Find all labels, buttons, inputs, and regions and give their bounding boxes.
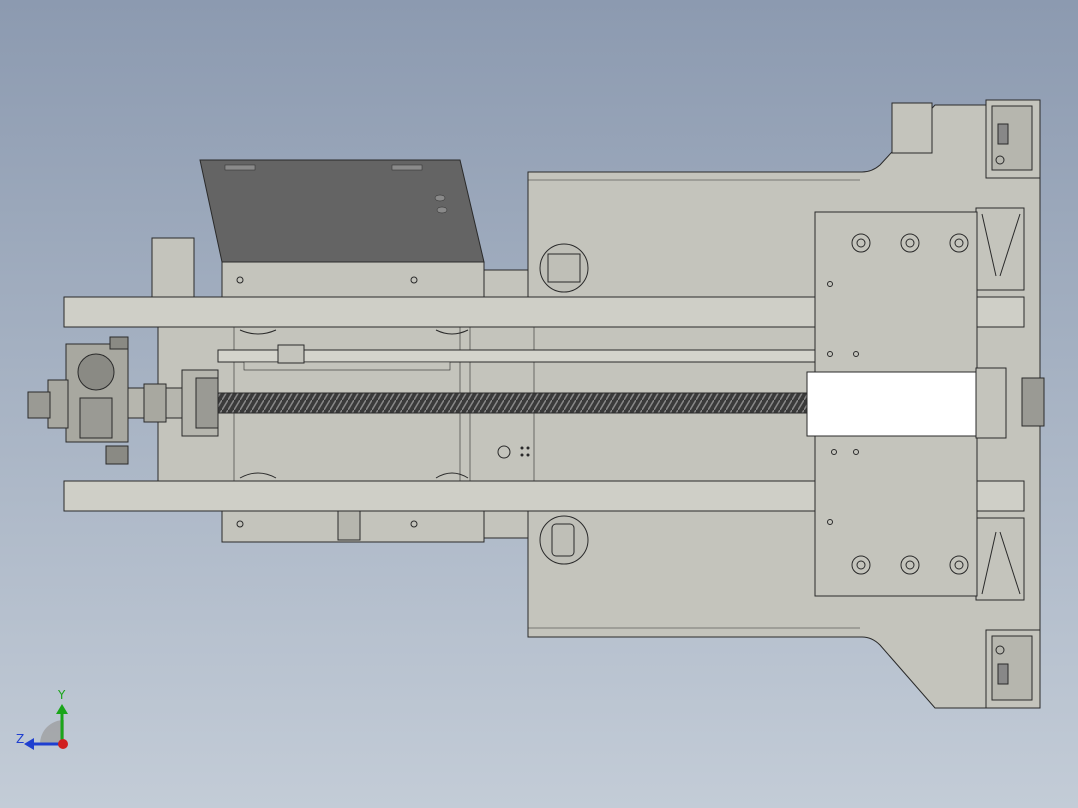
x-axis-dot [58,739,68,749]
cover-plate[interactable] [199,159,485,263]
coordinate-triad [24,704,68,750]
z-axis-label: Z [16,732,25,746]
access-port-top[interactable] [539,243,589,293]
lower-housing[interactable] [221,509,529,543]
upper-housing[interactable] [221,261,529,299]
cad-viewport[interactable]: Y Z [0,0,1078,808]
upper-bracket[interactable] [151,237,195,299]
corner-mount-bottom[interactable] [985,629,1041,709]
ball-screw[interactable] [213,392,809,414]
y-axis-label: Y [58,688,66,702]
access-port-bottom[interactable] [539,515,589,565]
motor-gearbox[interactable] [27,336,129,465]
side-bracket-top[interactable] [975,207,1025,291]
cad-model-view[interactable] [0,0,1078,808]
side-bracket-bottom[interactable] [975,517,1025,601]
